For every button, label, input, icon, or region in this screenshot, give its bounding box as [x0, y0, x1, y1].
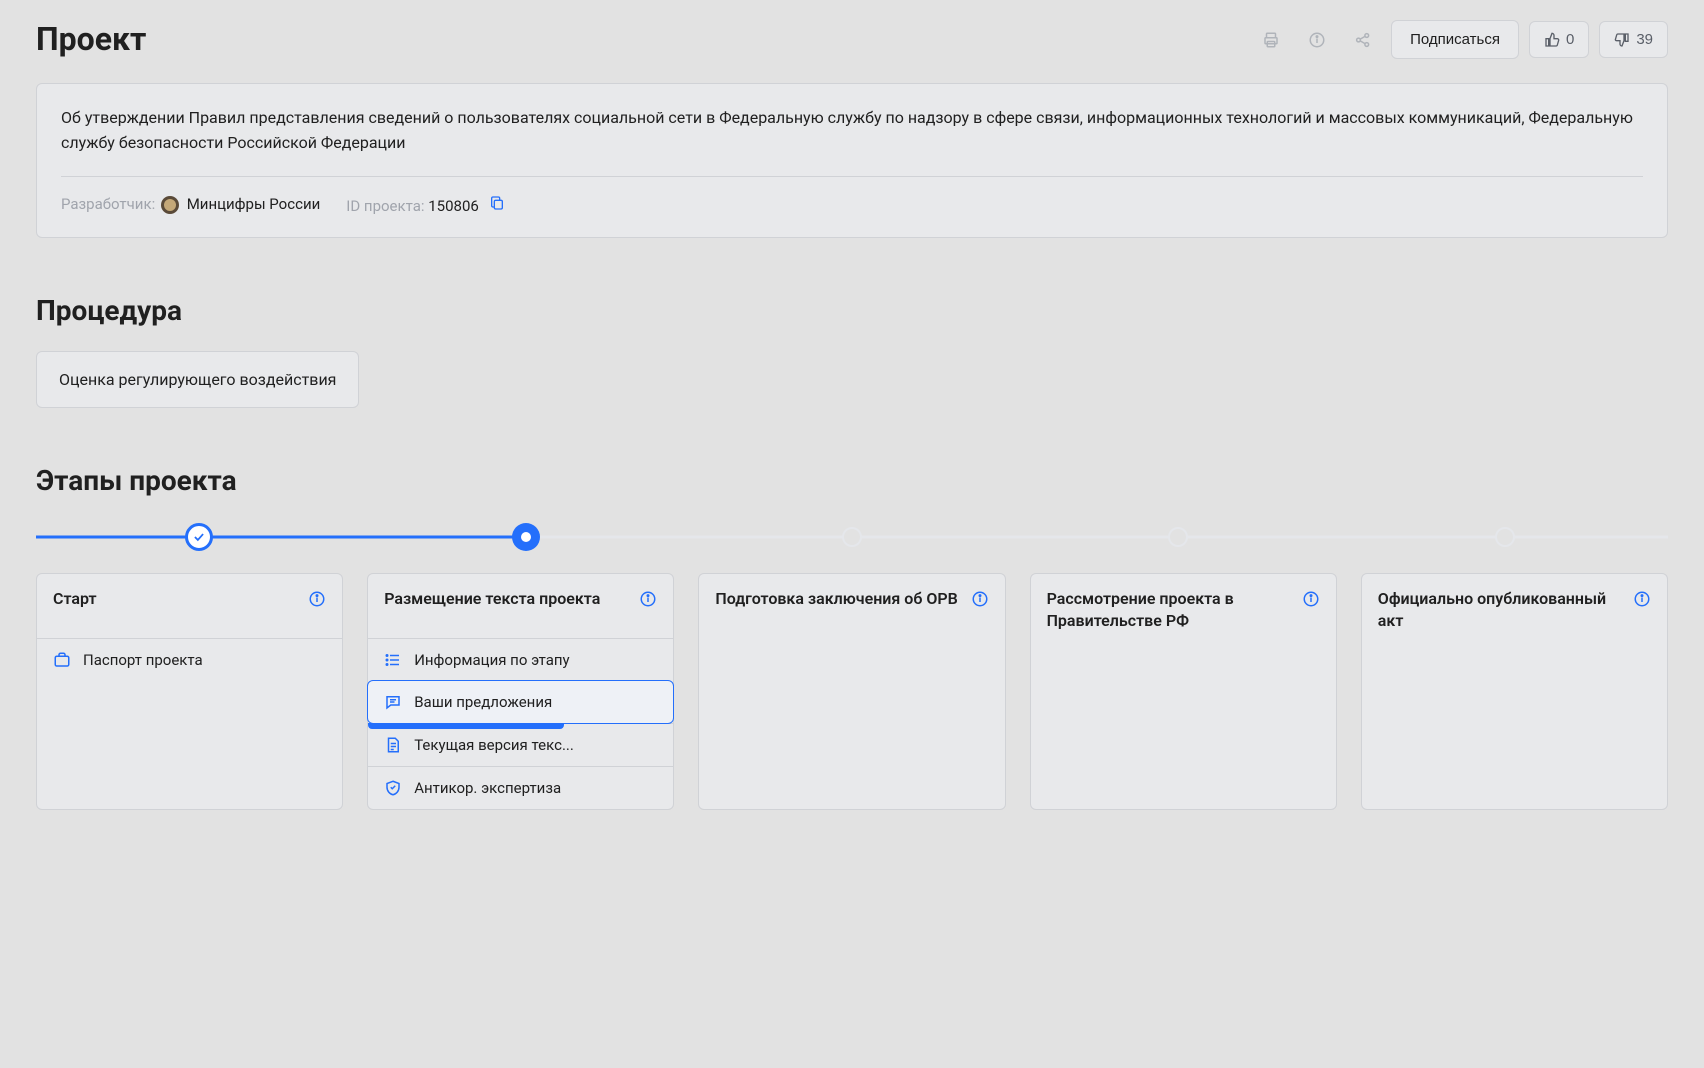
- project-id-label: ID проекта:: [346, 197, 424, 215]
- info-header-icon[interactable]: [1299, 22, 1335, 58]
- stage-item-current-text[interactable]: Текущая версия текс...: [368, 723, 673, 766]
- stage-card-placement: Размещение текста проекта Информация по …: [367, 573, 674, 810]
- stage-title: Размещение текста проекта: [384, 588, 639, 610]
- emblem-icon: [161, 196, 179, 214]
- dislike-count: 39: [1636, 31, 1653, 48]
- page-title: Проект: [36, 20, 146, 58]
- divider: [61, 176, 1643, 177]
- stage-item-info[interactable]: Информация по этапу: [368, 638, 673, 681]
- project-description: Об утверждении Правил представления свед…: [61, 106, 1643, 156]
- stage-card-start: Старт Паспорт проекта: [36, 573, 343, 810]
- print-icon[interactable]: [1253, 22, 1289, 58]
- thumbs-up-icon: [1544, 32, 1560, 48]
- check-icon: [192, 530, 206, 544]
- info-icon[interactable]: [1302, 590, 1320, 608]
- stage-item-label: Антикор. экспертиза: [414, 779, 561, 797]
- project-summary-card: Об утверждении Правил представления свед…: [36, 83, 1668, 238]
- share-icon[interactable]: [1345, 22, 1381, 58]
- stage-card-published: Официально опубликованный акт: [1361, 573, 1668, 810]
- stage-title: Официально опубликованный акт: [1378, 588, 1633, 633]
- timeline: Старт Паспорт проекта Размещение текста …: [36, 521, 1668, 810]
- info-icon[interactable]: [1633, 590, 1651, 608]
- stage-title: Старт: [53, 588, 308, 610]
- info-icon[interactable]: [308, 590, 326, 608]
- stage-item-label: Текущая версия текс...: [414, 736, 574, 754]
- developer-value: Минцифры России: [187, 195, 321, 213]
- subscribe-button[interactable]: Подписаться: [1391, 20, 1519, 59]
- like-count: 0: [1566, 31, 1574, 48]
- stage-card-opv: Подготовка заключения об ОРВ: [698, 573, 1005, 810]
- developer-meta: Разработчик: Минцифры России: [61, 195, 320, 214]
- stage-marker-done: [185, 523, 213, 551]
- stage-marker-pending: [1495, 527, 1515, 547]
- thumbs-down-icon: [1614, 32, 1630, 48]
- stage-item-suggestions[interactable]: Ваши предложения: [367, 680, 674, 724]
- stage-marker-pending: [1168, 527, 1188, 547]
- info-icon[interactable]: [971, 590, 989, 608]
- list-icon: [384, 651, 402, 669]
- header-actions: Подписаться 0 39: [1253, 20, 1668, 59]
- like-button[interactable]: 0: [1529, 21, 1589, 58]
- stage-item-label: Паспорт проекта: [83, 651, 203, 669]
- stage-marker-pending: [842, 527, 862, 547]
- stage-marker-active: [512, 523, 540, 551]
- project-id-meta: ID проекта: 150806: [346, 195, 504, 215]
- shield-icon: [384, 779, 402, 797]
- briefcase-icon: [53, 651, 71, 669]
- stages-heading: Этапы проекта: [36, 464, 1668, 497]
- copy-icon[interactable]: [489, 195, 505, 211]
- stage-card-government: Рассмотрение проекта в Правительстве РФ: [1030, 573, 1337, 810]
- developer-label: Разработчик:: [61, 195, 155, 213]
- timeline-track: [36, 521, 1668, 553]
- info-icon[interactable]: [639, 590, 657, 608]
- project-id-value: 150806: [428, 197, 479, 215]
- stage-item-passport[interactable]: Паспорт проекта: [37, 638, 342, 681]
- procedure-value: Оценка регулирующего воздействия: [36, 351, 359, 408]
- stage-item-label: Ваши предложения: [414, 693, 552, 711]
- dislike-button[interactable]: 39: [1599, 21, 1668, 58]
- document-icon: [384, 736, 402, 754]
- procedure-heading: Процедура: [36, 294, 1668, 327]
- stage-title: Подготовка заключения об ОРВ: [715, 588, 970, 610]
- stage-item-label: Информация по этапу: [414, 651, 569, 669]
- comment-icon: [384, 693, 402, 711]
- stage-title: Рассмотрение проекта в Правительстве РФ: [1047, 588, 1302, 633]
- stage-item-anticorruption[interactable]: Антикор. экспертиза: [368, 766, 673, 809]
